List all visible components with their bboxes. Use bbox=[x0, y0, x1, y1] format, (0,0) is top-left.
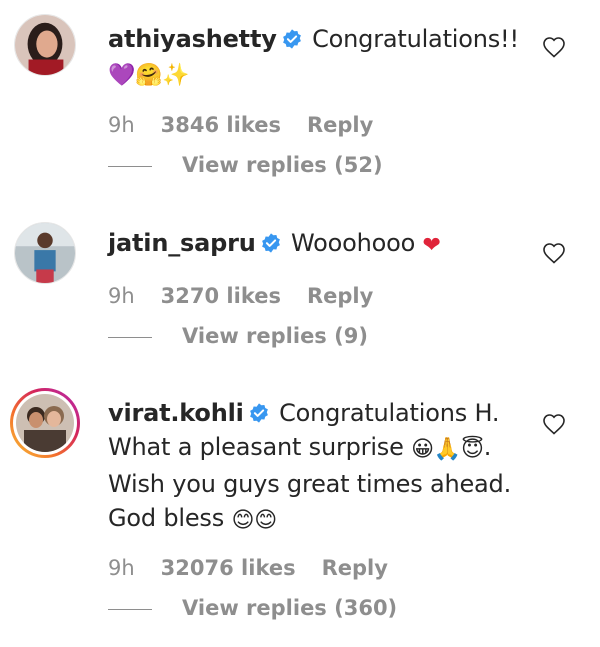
comment-likes[interactable]: 32076 likes bbox=[161, 556, 296, 580]
comment-emojis: 😀🙏😇 bbox=[411, 437, 484, 462]
avatar-image bbox=[16, 394, 74, 452]
comment-emojis: ❤ bbox=[422, 233, 441, 258]
replies-divider bbox=[108, 336, 152, 338]
comment-text-line-2: What a pleasant surprise bbox=[108, 433, 404, 461]
view-replies-label: View replies (52) bbox=[182, 153, 383, 177]
comment-meta: 9h 3270 likes Reply bbox=[108, 284, 399, 308]
comment-meta: 9h 3846 likes Reply bbox=[108, 113, 399, 137]
view-replies-button[interactable]: View replies (360) bbox=[108, 596, 397, 620]
comment-text-period: . bbox=[483, 433, 492, 461]
view-replies-button[interactable]: View replies (9) bbox=[108, 324, 368, 348]
replies-divider bbox=[108, 165, 152, 167]
comment-text: Congratulations!! bbox=[312, 25, 519, 53]
avatar[interactable] bbox=[10, 388, 80, 458]
comment-username[interactable]: virat.kohli bbox=[108, 399, 244, 427]
verified-badge-icon bbox=[249, 403, 268, 423]
heart-outline-icon[interactable] bbox=[542, 242, 566, 264]
avatar[interactable] bbox=[14, 14, 76, 76]
reply-button[interactable]: Reply bbox=[307, 284, 373, 308]
comment-username[interactable]: jatin_sapru bbox=[108, 229, 256, 257]
comment-text: Wooohooo bbox=[291, 229, 416, 257]
view-replies-button[interactable]: View replies (52) bbox=[108, 153, 383, 177]
reply-button[interactable]: Reply bbox=[307, 113, 373, 137]
avatar-image bbox=[15, 15, 75, 75]
avatar-image bbox=[15, 223, 75, 283]
view-replies-label: View replies (360) bbox=[182, 596, 398, 620]
comment-text-line-3: Wish you guys great times ahead. bbox=[108, 470, 512, 498]
comment-text-line-4: God bless bbox=[108, 504, 225, 532]
comment-meta: 9h 32076 likes Reply bbox=[108, 556, 414, 580]
comment-emojis: 💜🤗✨ bbox=[108, 63, 190, 88]
view-replies-label: View replies (9) bbox=[182, 324, 368, 348]
reply-button[interactable]: Reply bbox=[322, 556, 388, 580]
comment-text-line-1: Congratulations H. bbox=[279, 399, 500, 427]
comment-likes[interactable]: 3270 likes bbox=[161, 284, 281, 308]
verified-badge-icon bbox=[282, 29, 301, 49]
avatar[interactable] bbox=[14, 222, 76, 284]
heart-outline-icon[interactable] bbox=[542, 36, 566, 58]
heart-outline-icon[interactable] bbox=[542, 413, 566, 435]
comment-likes[interactable]: 3846 likes bbox=[161, 113, 281, 137]
verified-badge-icon bbox=[261, 233, 280, 253]
comment-time: 9h bbox=[108, 113, 135, 137]
replies-divider bbox=[108, 608, 152, 610]
comment-emojis: 😊😊 bbox=[231, 508, 277, 533]
comment-time: 9h bbox=[108, 556, 135, 580]
comment-time: 9h bbox=[108, 284, 135, 308]
comment-username[interactable]: athiyashetty bbox=[108, 25, 277, 53]
